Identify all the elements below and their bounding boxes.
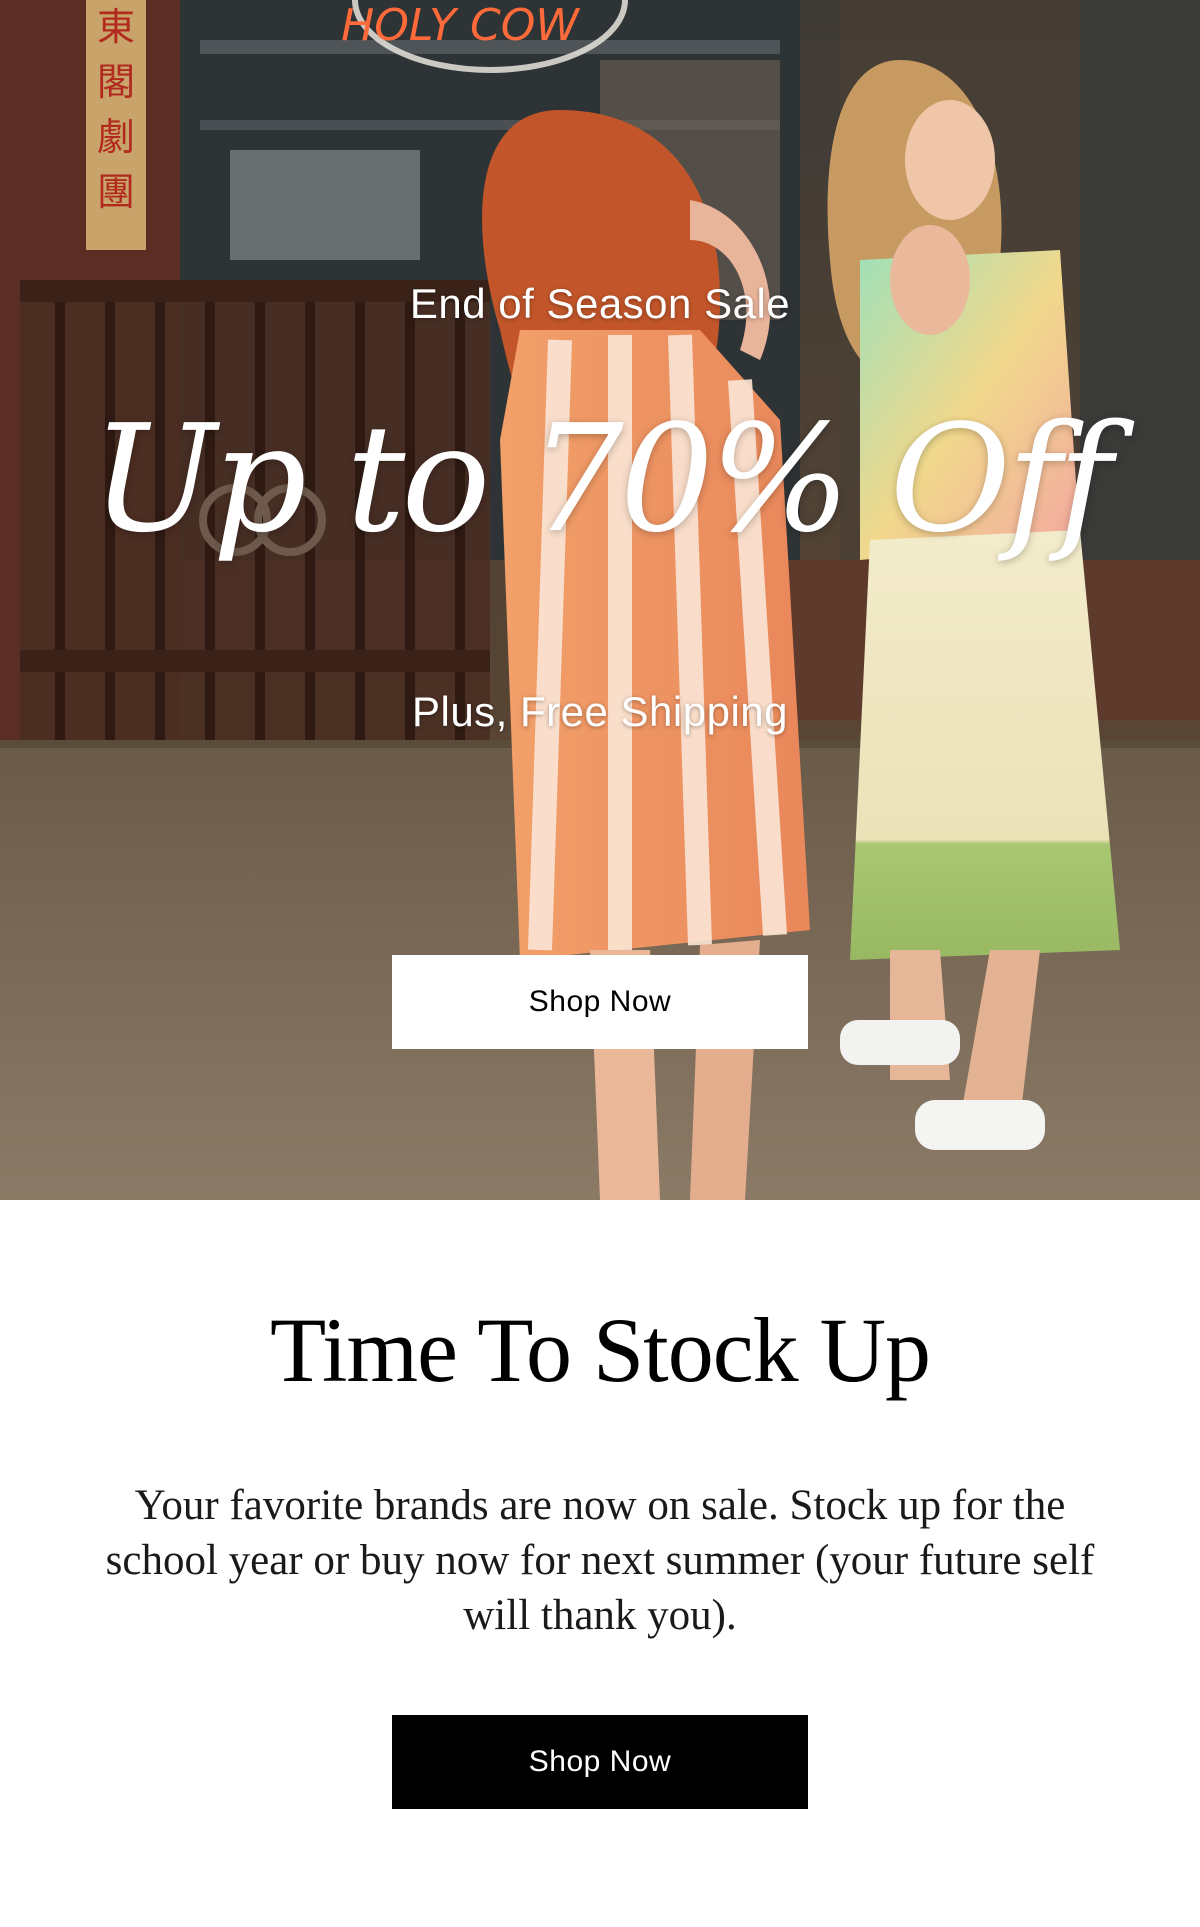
stock-up-section: Time To Stock Up Your favorite brands ar… [0,1200,1200,1927]
hero-overlay: End of Season Sale Up to 70% Off Plus, F… [0,0,1200,1200]
section-body: Your favorite brands are now on sale. St… [105,1482,1095,1639]
hero-shop-now-button[interactable]: Shop Now [392,955,808,1049]
section-shop-now-button[interactable]: Shop Now [392,1715,808,1809]
hero-headline: Up to 70% Off [91,393,1112,565]
hero-eyebrow: End of Season Sale [409,280,791,327]
hero-banner: HOLY COW 東 閣 劇 團 End of Season Sale Up t… [0,0,1200,1200]
hero-subline: Plus, Free Shipping [411,688,789,735]
section-title: Time To Stock Up [269,1299,931,1401]
